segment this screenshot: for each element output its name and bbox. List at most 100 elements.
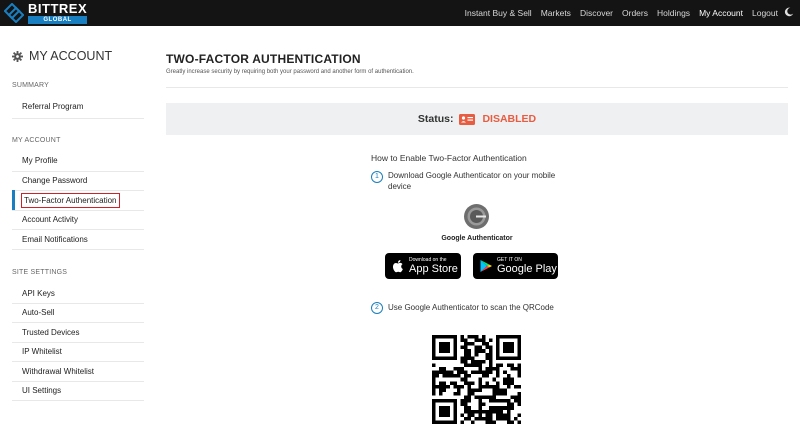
qr-module <box>456 370 461 375</box>
nav-discover[interactable]: Discover <box>580 8 613 18</box>
qr-module <box>460 356 465 360</box>
qr-module <box>474 359 479 364</box>
app-store-small: Download on the <box>409 256 447 263</box>
moon-icon[interactable] <box>784 7 794 17</box>
nav-instant-buy-sell[interactable]: Instant Buy & Sell <box>465 8 532 18</box>
qr-module <box>456 391 461 396</box>
sidebar-item-my-profile[interactable]: My Profile <box>22 156 58 165</box>
qr-module <box>506 381 511 385</box>
qr-module <box>467 356 472 360</box>
qr-module <box>510 377 514 382</box>
qr-module <box>499 409 504 414</box>
qr-module <box>478 413 482 417</box>
qr-module <box>485 374 489 378</box>
nav-my-account[interactable]: My Account <box>699 8 743 18</box>
qr-module <box>492 420 497 424</box>
page-subtitle: Greatly increase security by requiring b… <box>166 69 414 75</box>
qr-module <box>478 338 482 343</box>
sidebar-item-two-factor-authentication[interactable]: Two-Factor Authentication <box>21 193 120 208</box>
qr-module <box>478 370 482 375</box>
sidebar-item-email-notifications[interactable]: Email Notifications <box>22 235 88 244</box>
qr-module <box>464 409 468 414</box>
sidebar-item-ip-whitelist[interactable]: IP Whitelist <box>22 347 62 356</box>
nav-holdings[interactable]: Holdings <box>657 8 690 18</box>
qr-module <box>464 402 468 407</box>
qr-module <box>467 381 472 385</box>
qr-module <box>506 374 511 378</box>
qr-module <box>442 367 447 371</box>
nav-markets[interactable]: Markets <box>541 8 571 18</box>
nav-orders[interactable]: Orders <box>622 8 648 18</box>
gear-icon <box>12 50 23 62</box>
qr-module <box>439 367 443 371</box>
qr-module <box>467 416 472 421</box>
qr-module <box>478 409 482 414</box>
sidebar-divider <box>12 229 144 230</box>
google-play-small: GET IT ON <box>497 256 522 263</box>
qr-module <box>492 406 497 410</box>
qr-module <box>478 384 482 389</box>
qr-module <box>478 377 482 382</box>
qr-module <box>510 381 514 385</box>
qr-module <box>478 359 482 364</box>
qr-module <box>503 406 507 410</box>
qr-module <box>513 416 518 421</box>
sidebar-item-trusted-devices[interactable]: Trusted Devices <box>22 328 80 337</box>
qr-module <box>467 406 472 410</box>
qr-module <box>432 374 436 378</box>
qr-module <box>503 370 507 375</box>
qr-module <box>478 345 482 350</box>
qr-module <box>467 352 472 357</box>
qr-module <box>464 359 468 364</box>
qr-module <box>464 377 468 382</box>
google-authenticator-icon <box>464 204 489 229</box>
sidebar-item-api-keys[interactable]: API Keys <box>22 289 55 298</box>
qr-module <box>488 349 493 353</box>
bittrex-logo[interactable]: BITTREX GLOBAL <box>4 1 88 25</box>
nav-logout[interactable]: Logout <box>752 8 778 18</box>
qr-module <box>492 388 497 392</box>
google-play-big: Google Play <box>497 262 557 275</box>
qr-module <box>492 391 497 396</box>
qr-module <box>506 402 511 407</box>
qr-module <box>492 395 497 400</box>
qr-module <box>464 342 468 346</box>
qr-module <box>432 391 436 396</box>
qr-module <box>453 374 457 378</box>
qr-module <box>488 399 493 403</box>
qr-module <box>474 363 479 368</box>
qr-module <box>467 342 472 346</box>
qr-module <box>460 335 465 339</box>
qr-module <box>488 413 493 417</box>
qr-module <box>506 363 511 368</box>
qr-module <box>467 349 472 353</box>
sidebar-item-ui-settings[interactable]: UI Settings <box>22 386 61 395</box>
brand-name: BITTREX <box>28 1 88 16</box>
qr-module <box>517 384 521 389</box>
google-play-button[interactable]: GET IT ON Google Play <box>473 253 558 279</box>
qr-module <box>488 359 493 364</box>
qr-module <box>474 352 479 357</box>
qr-module <box>474 349 479 353</box>
qr-module <box>496 388 500 392</box>
sidebar-item-withdrawal-whitelist[interactable]: Withdrawal Whitelist <box>22 367 94 376</box>
qr-module <box>442 374 447 378</box>
qr-module <box>467 409 472 414</box>
qr-module <box>464 345 468 350</box>
qr-module <box>471 381 475 385</box>
qr-module <box>471 409 475 414</box>
top-bar: BITTREX GLOBAL Instant Buy & Sell Market… <box>0 0 800 26</box>
app-store-button[interactable]: Download on the App Store <box>385 253 461 279</box>
sidebar-item-auto-sell[interactable]: Auto-Sell <box>22 308 54 317</box>
qr-module <box>481 416 486 421</box>
qr-module <box>517 363 521 368</box>
qr-module <box>496 363 500 368</box>
qr-module <box>517 370 521 375</box>
sidebar-item-referral-program[interactable]: Referral Program <box>22 102 83 111</box>
sidebar-divider <box>12 171 144 172</box>
qr-module <box>481 409 486 414</box>
howto-heading: How to Enable Two-Factor Authentication <box>371 153 527 163</box>
top-nav: Instant Buy & Sell Markets Discover Orde… <box>456 0 778 26</box>
sidebar-item-change-password[interactable]: Change Password <box>22 176 87 185</box>
sidebar-item-account-activity[interactable]: Account Activity <box>22 215 78 224</box>
